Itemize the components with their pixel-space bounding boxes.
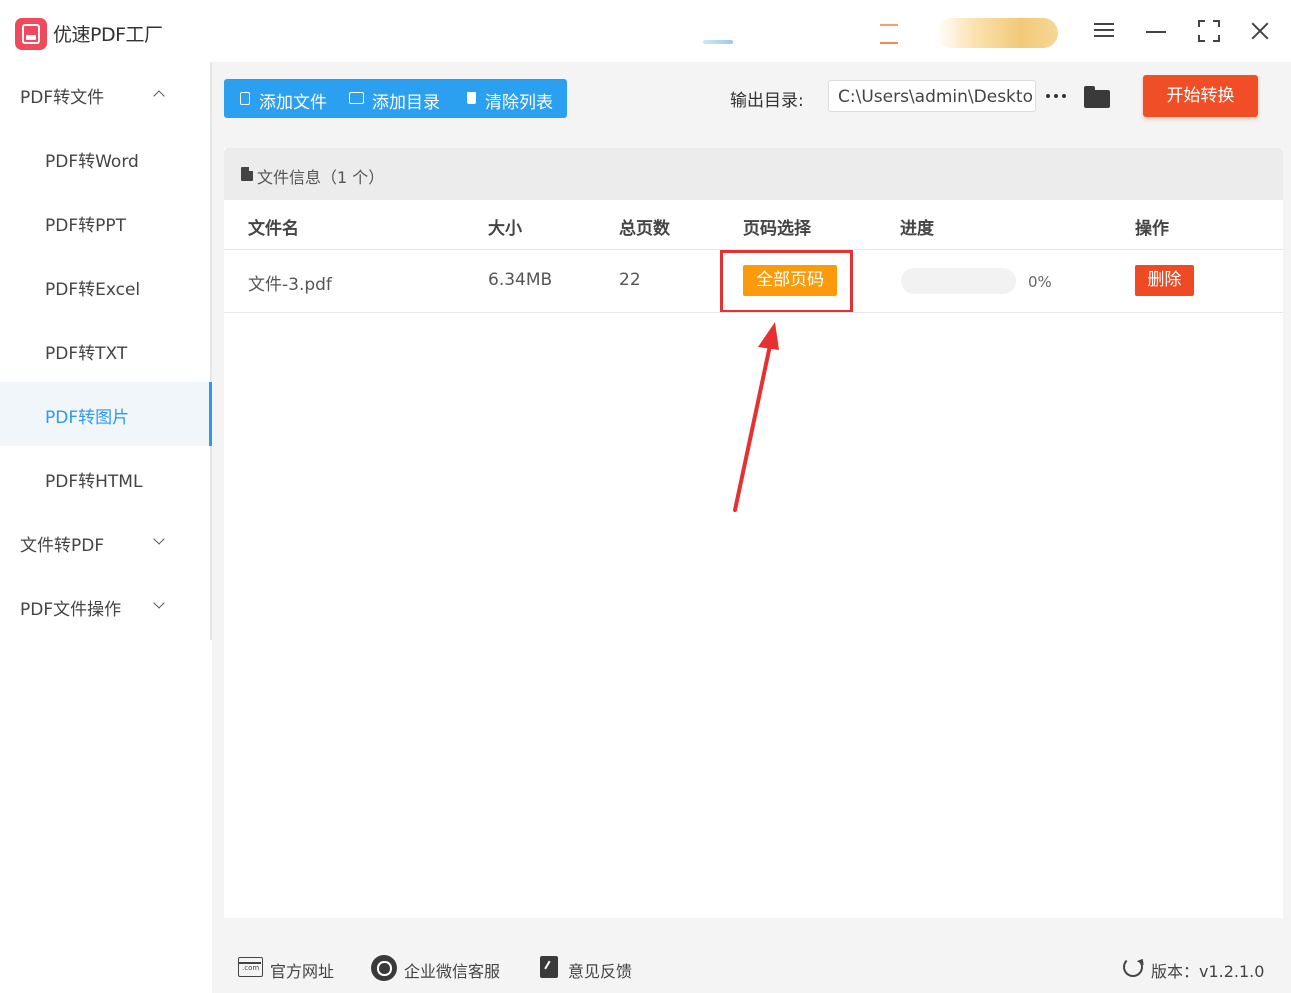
wechat-label: 企业微信客服 xyxy=(404,962,501,981)
chevron-up-icon xyxy=(153,90,165,102)
sidebar-item-pdf-to-ppt[interactable]: PDF转PPT xyxy=(0,190,210,254)
main-area: 添加文件 添加目录 清除列表 输出目录: C:\Users\admin\Desk… xyxy=(212,62,1291,937)
sidebar-group-file-to-pdf[interactable]: 文件转PDF xyxy=(0,510,210,574)
maximize-icon[interactable] xyxy=(1196,18,1222,44)
sidebar-group-pdf-to-file[interactable]: PDF转文件 xyxy=(0,62,210,126)
output-dir-label: 输出目录: xyxy=(730,91,804,111)
clear-list-button[interactable]: 清除列表 xyxy=(466,79,564,118)
version-info[interactable]: 版本：v1.2.1.0 xyxy=(1123,955,1273,981)
sidebar-item-label: PDF转Excel xyxy=(45,280,141,300)
sidebar-item-label: PDF转HTML xyxy=(45,472,143,492)
folder-outline-icon xyxy=(349,92,364,104)
file-toolbar: 添加文件 添加目录 清除列表 xyxy=(224,79,567,118)
output-dir-field[interactable]: C:\Users\admin\Deskto xyxy=(828,80,1036,112)
website-label: 官方网址 xyxy=(270,962,335,981)
file-icon xyxy=(240,92,250,105)
minimize-icon[interactable] xyxy=(1144,18,1170,44)
feedback-link[interactable]: 意见反馈 xyxy=(538,955,638,981)
chevron-down-icon xyxy=(153,597,165,609)
annotation-arrow xyxy=(733,322,779,512)
sidebar-item-label: PDF文件操作 xyxy=(20,600,122,620)
promo-banner-button[interactable] xyxy=(936,18,1058,48)
official-website-link[interactable]: 官方网址 xyxy=(238,955,338,981)
close-icon[interactable] xyxy=(1248,18,1274,44)
sidebar-item-pdf-to-word[interactable]: PDF转Word xyxy=(0,126,210,190)
promo-banner-fragment xyxy=(880,42,898,44)
open-folder-icon[interactable] xyxy=(1084,86,1110,108)
add-folder-button[interactable]: 添加目录 xyxy=(349,79,459,118)
feedback-label: 意见反馈 xyxy=(568,962,633,981)
add-file-label: 添加文件 xyxy=(259,93,327,113)
sidebar-item-label: PDF转PPT xyxy=(45,216,127,236)
trash-icon xyxy=(467,92,476,104)
wechat-support-link[interactable]: 企业微信客服 xyxy=(371,955,501,981)
app-logo-icon xyxy=(15,18,47,50)
menu-icon[interactable] xyxy=(1092,18,1118,44)
clear-list-label: 清除列表 xyxy=(485,93,553,113)
sidebar-item-pdf-to-html[interactable]: PDF转HTML xyxy=(0,446,210,510)
sidebar-item-label: PDF转图片 xyxy=(45,408,130,428)
sidebar-item-pdf-to-excel[interactable]: PDF转Excel xyxy=(0,254,210,318)
sidebar-item-label: PDF转Word xyxy=(45,152,139,172)
chat-icon xyxy=(371,955,397,981)
chevron-down-icon xyxy=(153,533,165,545)
promo-banner-fragment xyxy=(880,24,898,26)
start-convert-button[interactable]: 开始转换 xyxy=(1143,75,1258,117)
app-title: 优速PDF工厂 xyxy=(53,24,163,46)
title-bar: 优速PDF工厂 xyxy=(0,0,1291,62)
sidebar-item-label: PDF转文件 xyxy=(20,88,105,108)
sidebar-item-pdf-to-image[interactable]: PDF转图片 xyxy=(0,382,212,446)
file-list-panel: 文件信息（1 个） 文件名 大小 总页数 页码选择 进度 操作 文件-3.pdf… xyxy=(224,148,1283,918)
promo-banner-fragment xyxy=(703,40,733,44)
add-file-button[interactable]: 添加文件 xyxy=(238,79,343,118)
sidebar: PDF转文件 PDF转Word PDF转PPT PDF转Excel PDF转TX… xyxy=(0,62,212,640)
sidebar-item-label: PDF转TXT xyxy=(45,344,128,364)
sidebar-group-pdf-file-ops[interactable]: PDF文件操作 xyxy=(0,574,210,638)
sidebar-item-pdf-to-txt[interactable]: PDF转TXT xyxy=(0,318,210,382)
footer-bar: 官方网址 企业微信客服 意见反馈 版本：v1.2.1.0 xyxy=(212,937,1291,993)
sidebar-item-label: 文件转PDF xyxy=(20,536,105,556)
feedback-icon xyxy=(540,956,558,978)
version-label: 版本：v1.2.1.0 xyxy=(1151,962,1265,981)
website-icon xyxy=(238,957,263,977)
refresh-icon xyxy=(1123,957,1143,977)
more-options-icon[interactable] xyxy=(1046,94,1070,100)
add-folder-label: 添加目录 xyxy=(372,93,440,113)
